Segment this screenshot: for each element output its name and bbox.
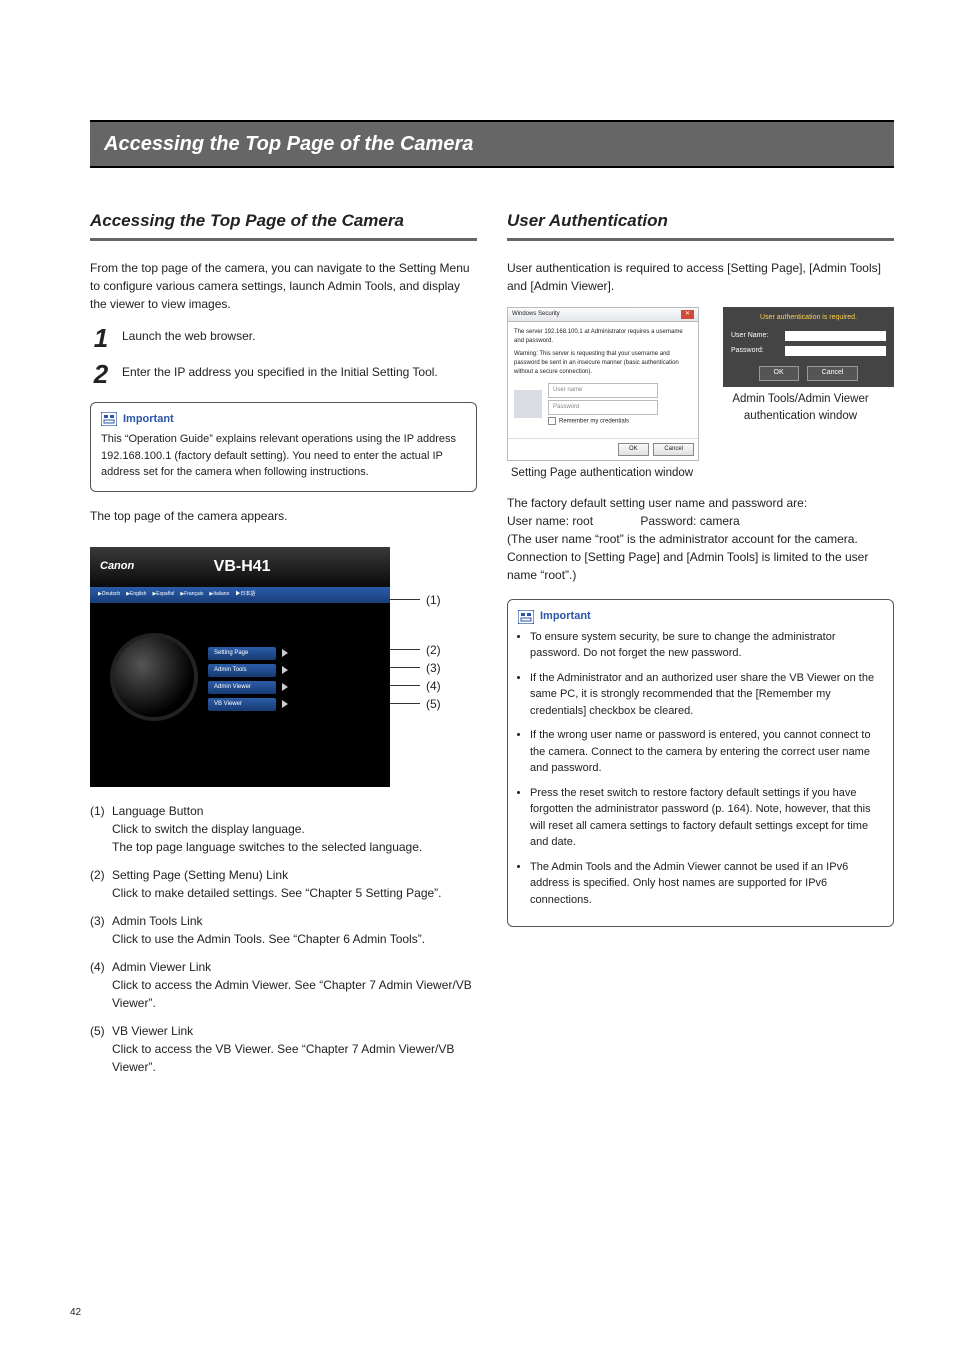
lang-de[interactable]: ▶Deutsch [98,591,120,599]
def-title: Setting Page (Setting Menu) Link [112,868,288,882]
caption-setting-page-auth: Setting Page authentication window [507,465,697,482]
def-title: VB Viewer Link [112,1024,193,1038]
remember-checkbox[interactable]: Remember my credentials [548,417,658,427]
page-title-banner: Accessing the Top Page of the Camera [90,120,894,168]
bullet-5: The Admin Tools and the Admin Viewer can… [530,859,883,909]
windows-security-dialog: Windows Security ✕ The server 192.168.10… [507,307,699,462]
password-input[interactable] [785,346,886,356]
caption-admin-auth: Admin Tools/Admin Viewer authentication … [723,391,878,426]
dialog-line1: The server 192.168.100.1 at Administrato… [514,328,692,346]
important-box-left: Important This “Operation Guide” explain… [90,402,477,492]
right-column: User Authentication User authentication … [507,208,894,1086]
step-text: Enter the IP address you specified in th… [122,361,477,387]
step-2: 2 Enter the IP address you specified in … [90,361,477,387]
step-1: 1 Launch the web browser. [90,325,477,351]
def-num: (3) [90,912,112,930]
important-label: Important [123,411,174,428]
step-number: 2 [90,361,112,387]
page-number: 42 [70,1305,81,1320]
creds-line1: The factory default setting user name an… [507,494,894,512]
def-title: Language Button [112,804,203,818]
right-heading: User Authentication [507,208,894,241]
dialog-line2: Warning: This server is requesting that … [514,350,692,377]
auth-screenshots-row: Windows Security ✕ The server 192.168.10… [507,307,894,483]
close-icon[interactable]: ✕ [681,310,694,319]
dialog-header: User authentication is required. [731,313,886,324]
ok-button[interactable]: OK [759,366,799,381]
triangle-icon [282,649,288,657]
callout-3: (3) [420,659,441,677]
lang-jp[interactable]: ▶日本語 [235,591,255,599]
bullet-4: Press the reset switch to restore factor… [530,785,883,851]
dialog-title: Windows Security [512,310,560,319]
def-num: (5) [90,1022,112,1040]
def-title: Admin Viewer Link [112,960,211,974]
camera-logo: Canon [100,558,134,575]
credentials-text: The factory default setting user name an… [507,494,894,584]
def-num: (1) [90,802,112,820]
definitions: (1)Language Button Click to switch the d… [90,802,477,1076]
password-input[interactable]: Password [548,400,658,415]
def-title: Admin Tools Link [112,914,203,928]
creds-pass: Password: camera [640,514,739,528]
bullet-3: If the wrong user name or password is en… [530,727,883,777]
language-bar: ▶Deutsch ▶English ▶Español ▶Français ▶It… [90,587,390,603]
creds-user: User name: root [507,512,637,530]
left-intro: From the top page of the camera, you can… [90,259,477,313]
banner-text: Accessing the Top Page of the Camera [104,133,473,155]
step-text: Launch the web browser. [122,325,477,351]
triangle-icon [282,683,288,691]
username-input[interactable]: User name [548,383,658,398]
admin-auth-dialog: User authentication is required. User Na… [723,307,894,387]
username-input[interactable] [785,331,886,341]
lang-en[interactable]: ▶English [126,591,146,599]
cancel-button[interactable]: Cancel [807,366,859,381]
creds-line3: (The user name “root” is the administrat… [507,530,894,584]
important-icon [518,610,534,624]
step-number: 1 [90,325,112,351]
important-text: This “Operation Guide” explains relevant… [101,431,466,481]
lang-it[interactable]: ▶Italiano [209,591,229,599]
callout-5: (5) [420,695,441,713]
def-num: (2) [90,866,112,884]
camera-top-page-mock: Canon VB-H41 ▶Deutsch ▶English ▶Español … [90,547,390,787]
link-vb-viewer[interactable]: VB Viewer [208,698,276,711]
important-box-right: Important To ensure system security, be … [507,599,894,927]
cancel-button[interactable]: Cancel [653,443,694,456]
link-admin-tools[interactable]: Admin Tools [208,664,276,677]
lang-fr[interactable]: ▶Français [180,591,203,599]
right-intro: User authentication is required to acces… [507,259,894,295]
def-body: Click to access the VB Viewer. See “Chap… [112,1040,477,1076]
ok-button[interactable]: OK [618,443,649,456]
left-column: Accessing the Top Page of the Camera Fro… [90,208,477,1086]
callout-1: (1) [420,591,441,609]
link-setting-page[interactable]: Setting Page [208,647,276,660]
camera-model: VB-H41 [214,555,271,579]
left-heading: Accessing the Top Page of the Camera [90,208,477,241]
bullet-1: To ensure system security, be sure to ch… [530,629,883,662]
def-body: Click to switch the display language. Th… [112,820,477,856]
def-num: (4) [90,958,112,976]
triangle-icon [282,666,288,674]
def-body: Click to use the Admin Tools. See “Chapt… [112,930,477,948]
lang-es[interactable]: ▶Español [152,591,174,599]
callout-stack: (1) (2) (3) (4) (5) [390,547,441,713]
avatar-icon [514,390,542,418]
username-label: User Name: [731,331,779,342]
bullet-2: If the Administrator and an authorized u… [530,670,883,720]
def-body: Click to make detailed settings. See “Ch… [112,884,477,902]
camera-lens-icon [110,633,198,721]
important-icon [101,412,117,426]
appears-text: The top page of the camera appears. [90,507,477,525]
callout-2: (2) [420,641,441,659]
password-label: Password: [731,346,779,357]
triangle-icon [282,700,288,708]
important-label: Important [540,608,591,625]
link-admin-viewer[interactable]: Admin Viewer [208,681,276,694]
callout-4: (4) [420,677,441,695]
def-body: Click to access the Admin Viewer. See “C… [112,976,477,1012]
